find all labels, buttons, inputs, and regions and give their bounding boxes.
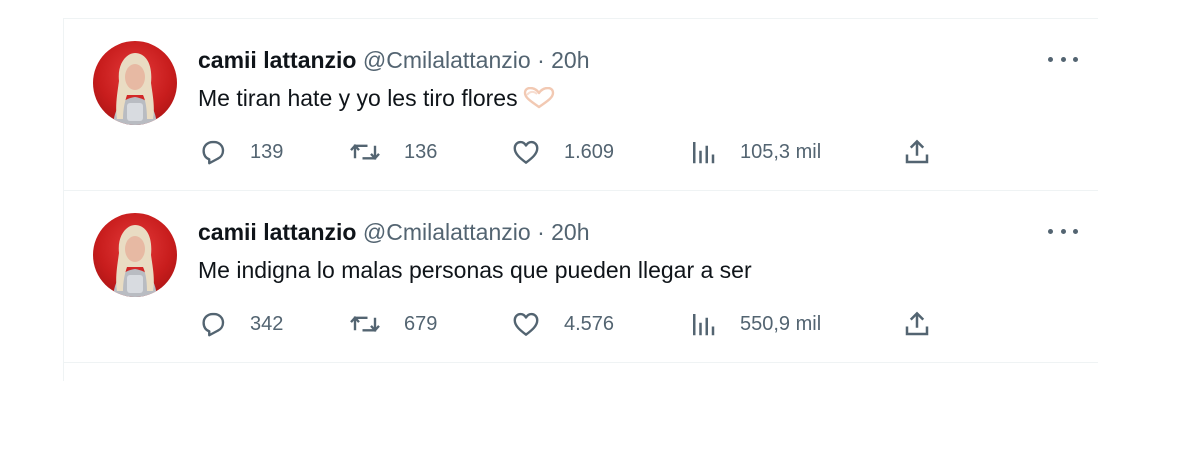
- author-name[interactable]: camii lattanzio: [198, 219, 356, 245]
- heart-hands-emoji: [522, 86, 556, 116]
- share-button[interactable]: [902, 135, 932, 169]
- reply-count: 139: [250, 140, 284, 163]
- tweet-text-content: Me indigna lo malas personas que pueden …: [198, 257, 752, 283]
- avatar[interactable]: [93, 41, 177, 125]
- views-button[interactable]: 550,9 mil: [688, 307, 821, 341]
- share-icon: [905, 311, 929, 336]
- like-count: 4.576: [564, 312, 615, 335]
- retweet-icon: [350, 143, 380, 161]
- tweet-actions: 139 136 1.609 105,3 mil: [198, 135, 942, 169]
- reply-button[interactable]: 342: [198, 307, 283, 341]
- like-button[interactable]: 1.609: [510, 135, 614, 169]
- tweet-timestamp[interactable]: 20h: [551, 219, 589, 245]
- tweet[interactable]: camii lattanzio @Cmilalattanzio · 20h Me…: [64, 19, 1098, 191]
- tweet[interactable]: camii lattanzio @Cmilalattanzio · 20h Me…: [64, 191, 1098, 363]
- retweet-icon: [350, 315, 380, 333]
- views-icon: [693, 142, 715, 164]
- reply-icon: [202, 312, 225, 337]
- author-handle[interactable]: @Cmilalattanzio: [363, 219, 531, 245]
- views-count: 550,9 mil: [740, 312, 822, 335]
- separator-dot: ·: [537, 47, 545, 73]
- heart-icon: [513, 312, 539, 336]
- share-button[interactable]: [902, 307, 932, 341]
- tweet-timestamp[interactable]: 20h: [551, 47, 589, 73]
- retweet-count: 679: [404, 312, 438, 335]
- views-icon: [693, 314, 715, 336]
- tweet-feed: camii lattanzio @Cmilalattanzio · 20h Me…: [63, 18, 1098, 381]
- more-options-icon[interactable]: [1048, 49, 1078, 69]
- views-count: 105,3 mil: [740, 140, 822, 163]
- author-name[interactable]: camii lattanzio: [198, 47, 356, 73]
- retweet-button[interactable]: 136: [348, 135, 437, 169]
- more-options-icon[interactable]: [1048, 221, 1078, 241]
- like-button[interactable]: 4.576: [510, 307, 614, 341]
- separator-dot: ·: [537, 219, 545, 245]
- retweet-button[interactable]: 679: [348, 307, 437, 341]
- author-handle[interactable]: @Cmilalattanzio: [363, 47, 531, 73]
- share-icon: [905, 139, 929, 164]
- retweet-count: 136: [404, 140, 438, 163]
- tweet-actions: 342 679 4.576 550,9 mil: [198, 307, 942, 341]
- reply-icon: [202, 140, 225, 165]
- tweet-header: camii lattanzio @Cmilalattanzio · 20h: [198, 217, 590, 247]
- reply-button[interactable]: 139: [198, 135, 283, 169]
- like-count: 1.609: [564, 140, 615, 163]
- avatar[interactable]: [93, 213, 177, 297]
- tweet-text-content: Me tiran hate y yo les tiro flores: [198, 85, 518, 111]
- heart-icon: [513, 140, 539, 164]
- tweet-text: Me tiran hate y yo les tiro flores: [198, 83, 556, 116]
- views-button[interactable]: 105,3 mil: [688, 135, 821, 169]
- reply-count: 342: [250, 312, 284, 335]
- tweet-header: camii lattanzio @Cmilalattanzio · 20h: [198, 45, 590, 75]
- tweet-text: Me indigna lo malas personas que pueden …: [198, 255, 752, 285]
